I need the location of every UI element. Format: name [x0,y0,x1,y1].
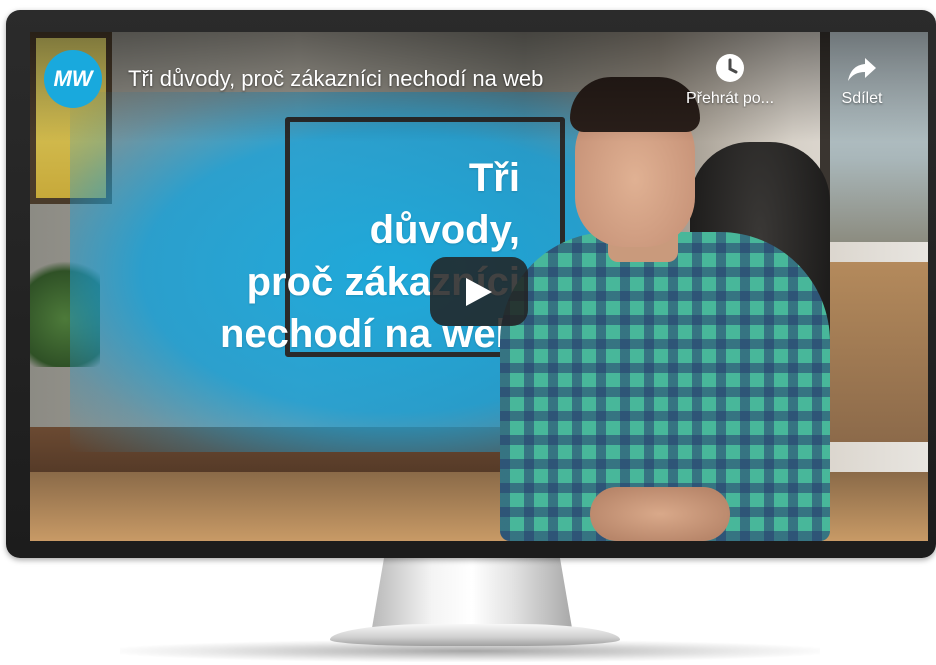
play-button[interactable] [430,257,528,326]
clock-icon [714,52,746,84]
monitor-bezel: Tři důvody, proč zákazníci nechodí na we… [6,10,936,558]
monitor-stand-neck [372,558,572,628]
watch-later-button[interactable]: Přehrát po... [670,52,790,108]
watch-later-label: Přehrát po... [685,90,775,107]
channel-logo-text: MW [53,66,93,91]
share-label: Sdílet [841,90,883,107]
thumbnail-shelf [830,262,928,442]
presenter-hands [590,487,730,541]
thumbnail-text-line-2: důvody, [369,208,520,252]
video-title[interactable]: Tři důvody, proč zákazníci nechodí na we… [128,66,543,92]
share-arrow-icon [846,52,878,84]
share-button[interactable]: Sdílet [802,52,922,108]
monitor-stand-base [330,624,620,646]
video-player[interactable]: Tři důvody, proč zákazníci nechodí na we… [30,32,928,541]
thumbnail-text-line-1: Tři [468,156,520,200]
channel-logo[interactable]: MW [44,50,102,108]
thumbnail-title-text: Tři důvody, proč zákazníci nechodí na we… [100,152,520,360]
play-icon [466,277,492,306]
